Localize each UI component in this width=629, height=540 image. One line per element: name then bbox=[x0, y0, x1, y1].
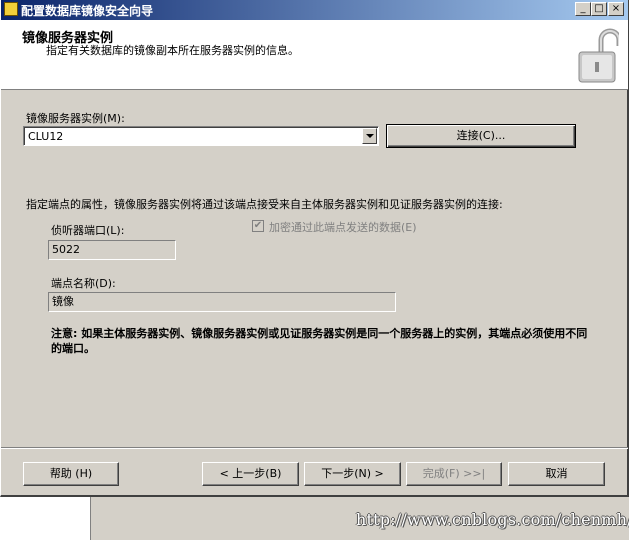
divider bbox=[1, 447, 628, 449]
encrypt-checkbox[interactable]: ✔ bbox=[252, 220, 264, 232]
wizard-header: 镜像服务器实例 指定有关数据库的镜像副本所在服务器实例的信息。 bbox=[1, 20, 628, 90]
finish-button: 完成(F) >>| bbox=[406, 462, 502, 486]
watermark-text: http://www.cnblogs.com/chenmh/ bbox=[356, 510, 629, 529]
title-bar[interactable]: 配置数据库镜像安全向导 _ □ × bbox=[1, 0, 628, 20]
endpoint-description: 指定端点的属性，镜像服务器实例将通过该端点接受来自主体服务器实例和见证服务器实例… bbox=[26, 198, 503, 211]
mirror-instance-select[interactable]: CLU12 bbox=[23, 126, 379, 146]
wizard-window: 配置数据库镜像安全向导 _ □ × 镜像服务器实例 指定有关数据库的镜像副本所在… bbox=[0, 0, 629, 497]
maximize-button[interactable]: □ bbox=[591, 2, 607, 16]
help-button[interactable]: 帮助 (H) bbox=[23, 462, 119, 486]
chevron-down-icon[interactable] bbox=[362, 128, 377, 144]
cancel-button[interactable]: 取消 bbox=[508, 462, 605, 486]
close-button[interactable]: × bbox=[608, 2, 624, 16]
endpoint-name-field[interactable]: 镜像 bbox=[48, 292, 396, 312]
connect-button[interactable]: 连接(C)... bbox=[386, 124, 576, 148]
padlock-open-icon bbox=[578, 28, 619, 83]
next-button[interactable]: 下一步(N) > bbox=[304, 462, 401, 486]
window-title: 配置数据库镜像安全向导 bbox=[21, 4, 154, 18]
mirror-instance-value: CLU12 bbox=[28, 130, 64, 143]
encrypt-label: 加密通过此端点发送的数据(E) bbox=[269, 221, 417, 234]
mirror-instance-label: 镜像服务器实例(M): bbox=[26, 112, 125, 125]
page-subtitle: 指定有关数据库的镜像副本所在服务器实例的信息。 bbox=[46, 44, 299, 57]
note-text: 注意: 如果主体服务器实例、镜像服务器实例或见证服务器实例是同一个服务器上的实例… bbox=[51, 327, 588, 355]
listener-port-label: 侦听器端口(L): bbox=[51, 224, 125, 237]
back-button[interactable]: < 上一步(B) bbox=[202, 462, 299, 486]
minimize-button[interactable]: _ bbox=[575, 2, 591, 16]
endpoint-name-label: 端点名称(D): bbox=[51, 277, 116, 290]
listener-port-field[interactable]: 5022 bbox=[48, 240, 176, 260]
app-icon bbox=[4, 2, 18, 16]
